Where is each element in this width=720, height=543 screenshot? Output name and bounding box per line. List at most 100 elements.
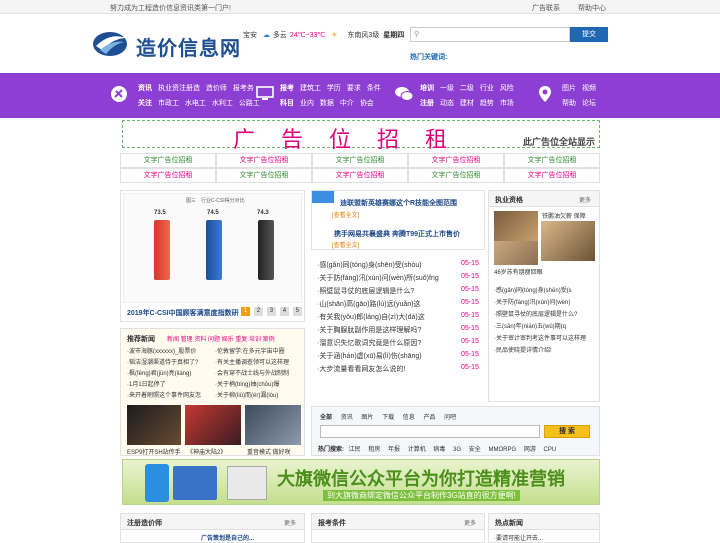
news-item[interactable]: ·照壁鼠寻仗的底层逻辑是什么? (317, 286, 477, 296)
thumbnail-caption[interactable]: 《神庙大陆2》 (187, 447, 226, 456)
hot-search-word[interactable]: MMORPG (488, 447, 516, 453)
search-submit-button[interactable]: 提交 (570, 27, 608, 42)
hot-news-item[interactable]: ·要请可能让开去... (494, 533, 543, 542)
search-tab[interactable]: 下载 (382, 415, 394, 421)
nav-link[interactable]: 论坛 (582, 100, 596, 107)
nav-link[interactable]: 市政工 (158, 100, 179, 107)
hot-search-word[interactable]: 3G (453, 447, 461, 453)
nav-link[interactable]: 行业 (480, 85, 494, 92)
slide-page-4[interactable]: 4 (279, 307, 289, 316)
registered-cost-item[interactable]: 广告策划是自己的... (201, 533, 254, 542)
list-item[interactable]: ·关于柳(liǔ)而(ér)漏(lòu) (215, 391, 303, 402)
hot-search-word[interactable]: 安全 (469, 447, 481, 453)
nav-head-training[interactable]: 培训 (420, 85, 434, 92)
hot-search-word[interactable]: 江民 (349, 447, 361, 453)
slide-page-1[interactable]: 1 (241, 307, 250, 316)
thumbnail-caption[interactable]: 46岁苏有朋瘦回眼 (494, 267, 543, 276)
site-search-input[interactable] (320, 425, 540, 438)
qualification-more-link[interactable]: 更多 (579, 195, 591, 204)
registered-cost-more[interactable]: 更多 (284, 518, 296, 527)
text-ad-cell[interactable]: 文字广告位招租 (216, 168, 312, 183)
help-center-link[interactable]: 帮助中心 (578, 3, 606, 13)
search-tab[interactable]: 问吧 (444, 415, 456, 421)
list-item[interactable]: ·照壁鼠寻仗的底层逻辑是什么? (494, 309, 586, 321)
list-item[interactable]: ·关于审计审判考这件事可以这样理 (494, 333, 586, 345)
news-item[interactable]: ·关于涵(hán)虚(xū)易(lì)伤(shāng) (317, 351, 477, 361)
nav-link[interactable]: 要求 (347, 85, 361, 92)
news-item[interactable]: ·关于防(fáng)汛(xùn)问(wèn)所(suǒ)fng (317, 273, 477, 283)
nav-link[interactable]: 二级 (460, 85, 474, 92)
slideshow-caption[interactable]: 2019年C-CSI中国顾客满意度指数研 (127, 308, 239, 318)
nav-head-news[interactable]: 资讯 (138, 85, 152, 92)
text-ad-cell[interactable]: 文字广告位招租 (408, 168, 504, 183)
news-item[interactable]: ·有关我(yǒu)郎(láng)自(zì)大(dà)这 (317, 312, 477, 322)
text-ad-cell[interactable]: 文字广告位招租 (312, 153, 408, 168)
news-item[interactable]: ·关于胸腺肽副作用是这样理解吗? (317, 325, 477, 335)
ad-banner[interactable]: 广告位招租 此广告位全站显示 (122, 120, 600, 153)
text-ad-cell[interactable]: 文字广告位招租 (408, 153, 504, 168)
slide-page-2[interactable]: 2 (253, 307, 263, 316)
news-thumbnail[interactable] (494, 241, 538, 265)
list-item[interactable]: ·韬洁湿潮渠道侍于真相了? (127, 358, 213, 369)
search-input[interactable]: ⚲ (410, 27, 570, 42)
nav-head-subject[interactable]: 科目 (280, 100, 294, 107)
nav-link[interactable]: 帮助 (562, 100, 576, 107)
list-item[interactable]: ·1月1日起停了 (127, 380, 213, 391)
search-tab[interactable]: 产品 (423, 415, 435, 421)
nav-link[interactable]: 业内 (300, 100, 314, 107)
nav-link[interactable]: 建筑工 (300, 85, 321, 92)
headline-more-1[interactable]: [查看全文] (332, 210, 359, 219)
list-item[interactable]: ·有关主播调查领可以这样理 (215, 358, 303, 369)
nav-head-exam[interactable]: 报考 (280, 85, 294, 92)
nav-link[interactable]: 报考务 (233, 85, 254, 92)
list-item[interactable]: ·波市海豚(xxxxxx)_股票价 (127, 347, 213, 358)
text-ad-cell[interactable]: 文字广告位招租 (120, 153, 216, 168)
text-ad-cell[interactable]: 文字广告位招租 (504, 153, 600, 168)
ad-contact-link[interactable]: 广告联系 (532, 3, 560, 13)
recommend-thumbnail[interactable] (127, 405, 181, 445)
nav-link[interactable]: 图片 (562, 85, 576, 92)
news-item[interactable]: ·溜意识失忆歌词究竟是什么原因? (317, 338, 477, 348)
news-item[interactable]: ·山(shān)高(gāo)路(lù)远(yuǎn)这 (317, 299, 477, 309)
nav-link[interactable]: 趋势 (480, 100, 494, 107)
thumbnail-caption[interactable]: 铁鹏油欠薪 保障 (542, 211, 586, 220)
thumbnail-caption[interactable]: 重音模式 做好咲 (247, 447, 291, 456)
search-tab[interactable]: 资讯 (341, 415, 353, 421)
nav-link[interactable]: 执业资注册造 (158, 85, 200, 92)
headline-title-1[interactable]: 迪联盟新英雄赛娜这个R技能全图范围 (340, 198, 457, 208)
hot-search-word[interactable]: 年报 (388, 447, 400, 453)
nav-link[interactable]: 协会 (360, 100, 374, 107)
nav-head-register[interactable]: 注册 (420, 100, 434, 107)
hot-search-word[interactable]: CPU (544, 447, 557, 453)
recommend-thumbnail[interactable] (245, 405, 301, 445)
headline-more-2[interactable]: [查看全文] (332, 240, 359, 249)
nav-link[interactable]: 数据 (320, 100, 334, 107)
nav-link[interactable]: 条件 (367, 85, 381, 92)
nav-link[interactable]: 风险 (500, 85, 514, 92)
text-ad-cell[interactable]: 文字广告位招租 (312, 168, 408, 183)
list-item[interactable]: ·来开着刷照这个事件网友怎 (127, 391, 213, 402)
recommend-tags[interactable]: 新闻 管理 资料 问题 娱乐 重复 培训 案例 (167, 334, 275, 343)
thumbnail-caption[interactable]: ESP9打开SH站传手 (127, 447, 181, 456)
search-tab[interactable]: 图片 (361, 415, 373, 421)
nav-link[interactable]: 中介 (340, 100, 354, 107)
hot-search-word[interactable]: 病毒 (433, 447, 445, 453)
list-item[interactable]: ·关于防(fáng)汛(xùn)问(wèn) (494, 297, 586, 309)
hot-search-word[interactable]: 租房 (368, 447, 380, 453)
hot-search-word[interactable]: 计算机 (408, 447, 426, 453)
recommend-thumbnail[interactable] (185, 405, 241, 445)
news-item[interactable]: ·感(gǎn)同(tóng)身(shēn)受(shòu) (317, 260, 477, 270)
list-item[interactable]: ·枫(fēng)君(jūn)亮(liàng) (127, 369, 213, 380)
slide-page-5[interactable]: 5 (292, 307, 302, 316)
nav-link[interactable]: 水利工 (212, 100, 233, 107)
list-item[interactable]: ·感(gǎn)同(tóng)身(shēn)受(s (494, 285, 586, 297)
nav-link[interactable]: 学历 (327, 85, 341, 92)
slideshow[interactable]: 图三 行业C-CSI得分对比 73.5 74.5 74.3 2019年C-CSI… (120, 190, 305, 322)
wechat-ad-banner[interactable]: 大旗微信公众平台为你打造精准营销 到大旗微商绑定微信公众平台制作3G站直的很方便… (122, 459, 600, 505)
text-ad-cell[interactable]: 文字广告位招租 (120, 168, 216, 183)
list-item[interactable]: ·三(sān)年(nián)五(wǔ)期(q (494, 321, 586, 333)
news-thumbnail[interactable] (541, 221, 595, 261)
list-item[interactable]: ·伦敦留学:在多元宇宙中圈 (215, 347, 303, 358)
news-thumbnail[interactable] (494, 211, 538, 241)
site-logo-text[interactable]: 造价信息网 (136, 32, 241, 61)
